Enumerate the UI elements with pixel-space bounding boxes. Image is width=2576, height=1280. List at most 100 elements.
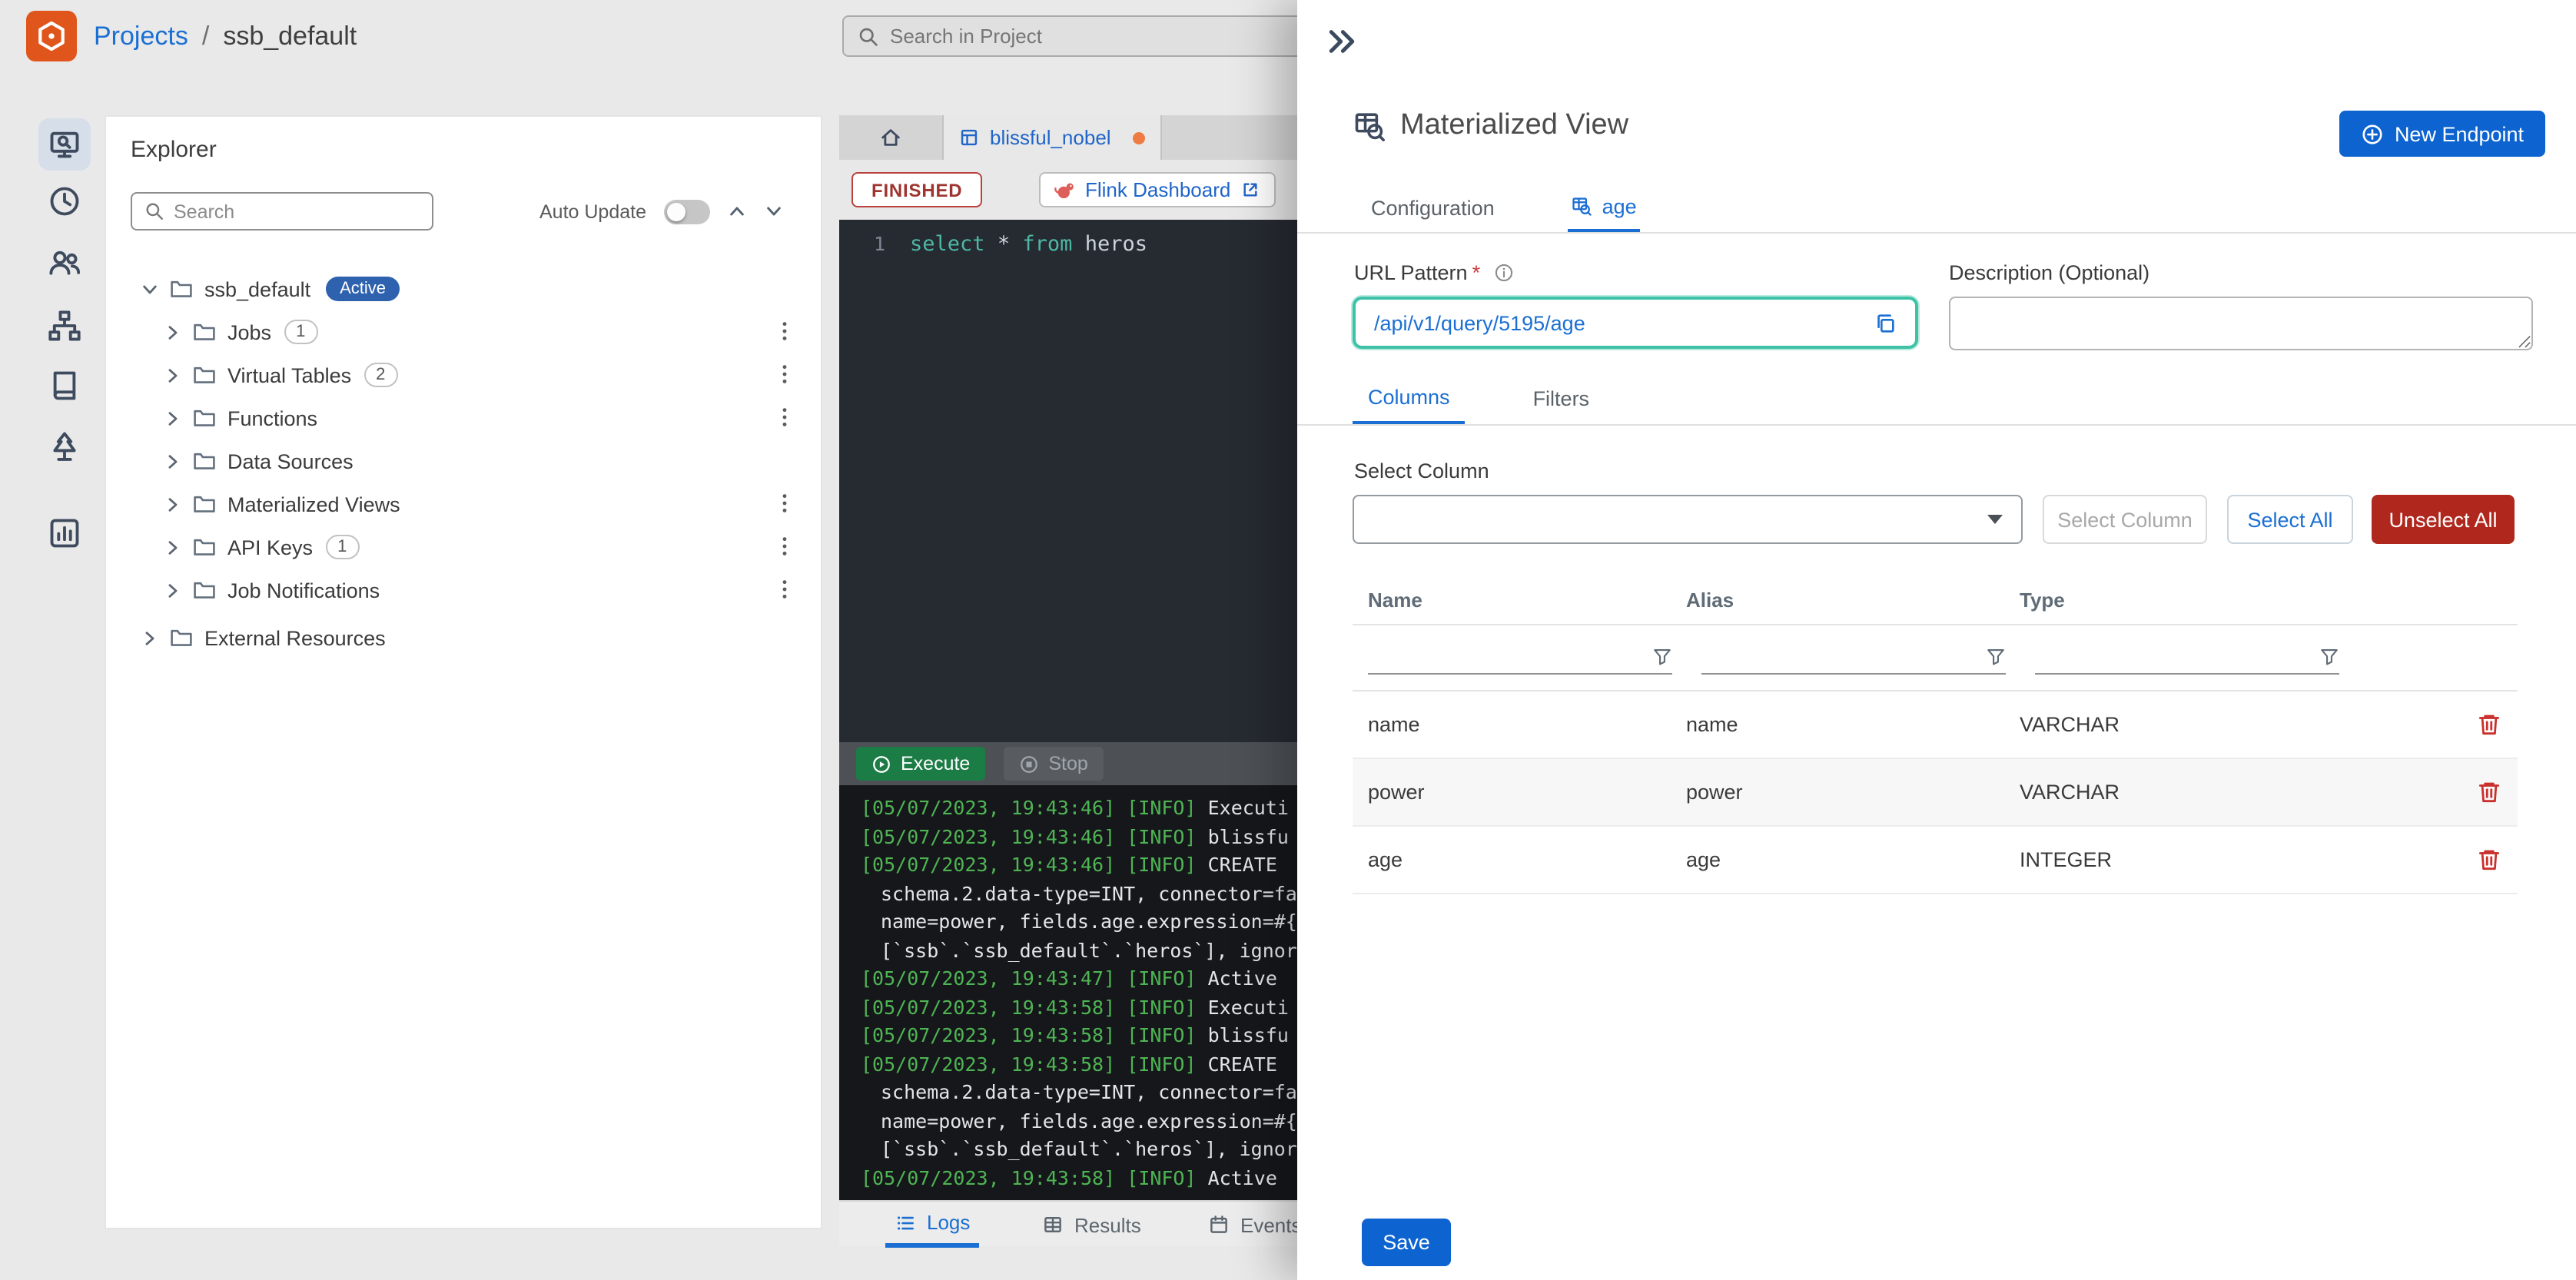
tab-events[interactable]: Events — [1199, 1202, 1311, 1248]
tree-item-ssb-default[interactable]: ssb_default Active — [106, 267, 821, 310]
breadcrumb-projects-link[interactable]: Projects — [94, 21, 188, 51]
filter-funnel-icon[interactable] — [1986, 647, 2006, 667]
tree-item-external-resources[interactable]: External Resources — [106, 616, 821, 659]
count-badge: 2 — [363, 363, 398, 387]
rail-monitoring-icon[interactable] — [38, 507, 91, 559]
name-filter-field[interactable] — [1368, 635, 1672, 675]
subtab-columns[interactable]: Columns — [1353, 373, 1466, 424]
select-all-button[interactable]: Select All — [2227, 495, 2353, 544]
kebab-menu-icon[interactable] — [773, 492, 796, 515]
chevron-right-icon[interactable] — [163, 451, 183, 471]
folder-icon — [192, 535, 217, 559]
editor-tab-blissful-nobel[interactable]: blissful_nobel — [944, 115, 1162, 160]
kebab-menu-icon[interactable] — [773, 320, 796, 343]
kebab-menu-icon[interactable] — [773, 535, 796, 558]
tab-configuration[interactable]: Configuration — [1368, 183, 1498, 232]
type-filter-field[interactable] — [2035, 635, 2339, 675]
chevron-right-icon[interactable] — [140, 628, 160, 648]
tree-item-api-keys[interactable]: API Keys 1 — [106, 526, 821, 569]
tree-item-functions[interactable]: Functions — [106, 396, 821, 439]
sql-keyword: select — [910, 232, 985, 257]
required-asterisk: * — [1472, 261, 1481, 284]
chevron-right-icon[interactable] — [163, 365, 183, 385]
flink-dashboard-button[interactable]: Flink Dashboard — [1039, 172, 1276, 207]
results-table-icon — [1042, 1214, 1064, 1235]
folder-icon — [192, 363, 217, 387]
cell-name: name — [1368, 713, 1420, 736]
collapse-all-icon[interactable] — [726, 201, 746, 221]
tree-item-data-sources[interactable]: Data Sources — [106, 439, 821, 482]
chevron-down-icon[interactable] — [140, 279, 160, 299]
name-filter-input[interactable] — [1368, 645, 1652, 673]
delete-column-button[interactable] — [2476, 779, 2502, 805]
tab-results[interactable]: Results — [1033, 1202, 1150, 1248]
unselect-all-button[interactable]: Unselect All — [2372, 495, 2515, 544]
type-filter-input[interactable] — [2035, 645, 2319, 673]
tab-events-label: Events — [1240, 1213, 1302, 1236]
project-search-input[interactable] — [890, 25, 1334, 48]
rail-environment-icon[interactable] — [38, 421, 91, 473]
chevron-right-icon[interactable] — [163, 494, 183, 514]
save-button[interactable]: Save — [1362, 1219, 1451, 1266]
subtab-columns-label: Columns — [1368, 386, 1450, 409]
url-pattern-field[interactable] — [1353, 297, 1918, 349]
info-icon[interactable] — [1494, 263, 1514, 283]
select-column-dropdown[interactable] — [1353, 495, 2023, 544]
tree-item-virtual-tables[interactable]: Virtual Tables 2 — [106, 353, 821, 396]
app-logo[interactable] — [26, 11, 77, 61]
delete-column-button[interactable] — [2476, 847, 2502, 873]
stop-button[interactable]: Stop — [1004, 747, 1104, 781]
collapse-panel-icon[interactable] — [1325, 25, 1359, 58]
copy-icon[interactable] — [1874, 311, 1897, 334]
filter-funnel-icon[interactable] — [1652, 647, 1672, 667]
count-badge: 1 — [284, 320, 318, 344]
alias-filter-input[interactable] — [1701, 645, 1986, 673]
project-search-box[interactable] — [842, 15, 1349, 57]
new-endpoint-button[interactable]: New Endpoint — [2339, 111, 2545, 157]
subtab-filters[interactable]: Filters — [1518, 373, 1605, 424]
cell-name: age — [1368, 848, 1403, 871]
explorer-panel: Explorer Auto Update — [105, 115, 822, 1229]
kebab-menu-icon[interactable] — [773, 363, 796, 386]
rail-teams-icon[interactable] — [38, 237, 91, 289]
flink-dashboard-label: Flink Dashboard — [1085, 178, 1231, 201]
filter-funnel-icon[interactable] — [2319, 647, 2339, 667]
tab-endpoint-age[interactable]: age — [1568, 183, 1640, 232]
app-root: Projects / ssb_default Search in Project… — [0, 0, 2576, 1280]
materialized-view-icon — [1353, 109, 1386, 143]
home-icon — [879, 126, 902, 149]
tree-item-job-notifications[interactable]: Job Notifications — [106, 569, 821, 612]
kebab-menu-icon[interactable] — [773, 578, 796, 601]
delete-column-button[interactable] — [2476, 711, 2502, 738]
expand-all-icon[interactable] — [763, 201, 783, 221]
select-column-button[interactable]: Select Column — [2043, 495, 2207, 544]
chevron-right-icon[interactable] — [163, 408, 183, 428]
rail-documentation-icon[interactable] — [38, 360, 91, 412]
execute-button[interactable]: Execute — [856, 747, 986, 781]
description-textarea[interactable] — [1949, 297, 2533, 350]
alias-filter-field[interactable] — [1701, 635, 2006, 675]
tab-logs[interactable]: Logs — [885, 1202, 980, 1248]
log-message: schema.2.data-type=INT, connector=fak — [881, 881, 1309, 904]
rail-history-icon[interactable] — [38, 175, 91, 227]
rail-data-flow-icon[interactable] — [38, 300, 91, 352]
explorer-search-input[interactable] — [174, 201, 420, 222]
chevron-right-icon[interactable] — [163, 537, 183, 557]
auto-update-toggle[interactable] — [663, 199, 709, 224]
home-tab[interactable] — [839, 115, 944, 160]
explorer-search-box[interactable] — [131, 192, 433, 230]
kebab-menu-icon[interactable] — [773, 406, 796, 429]
log-timestamp: [05/07/2023, 19:43:47] — [861, 967, 1116, 990]
toggle-knob — [666, 202, 685, 221]
log-message: schema.2.data-type=INT, connector=fak — [881, 1080, 1309, 1103]
table-row: power power VARCHAR — [1353, 759, 2518, 827]
code-line: select * from heros — [910, 232, 1147, 257]
cell-name: power — [1368, 781, 1425, 804]
rail-explorer-icon[interactable] — [38, 118, 91, 171]
chevron-right-icon[interactable] — [163, 322, 183, 342]
log-message: CREATE — [1207, 1052, 1277, 1075]
url-pattern-input[interactable] — [1374, 311, 1860, 334]
tree-item-jobs[interactable]: Jobs 1 — [106, 310, 821, 353]
chevron-right-icon[interactable] — [163, 580, 183, 600]
tree-item-materialized-views[interactable]: Materialized Views — [106, 482, 821, 526]
